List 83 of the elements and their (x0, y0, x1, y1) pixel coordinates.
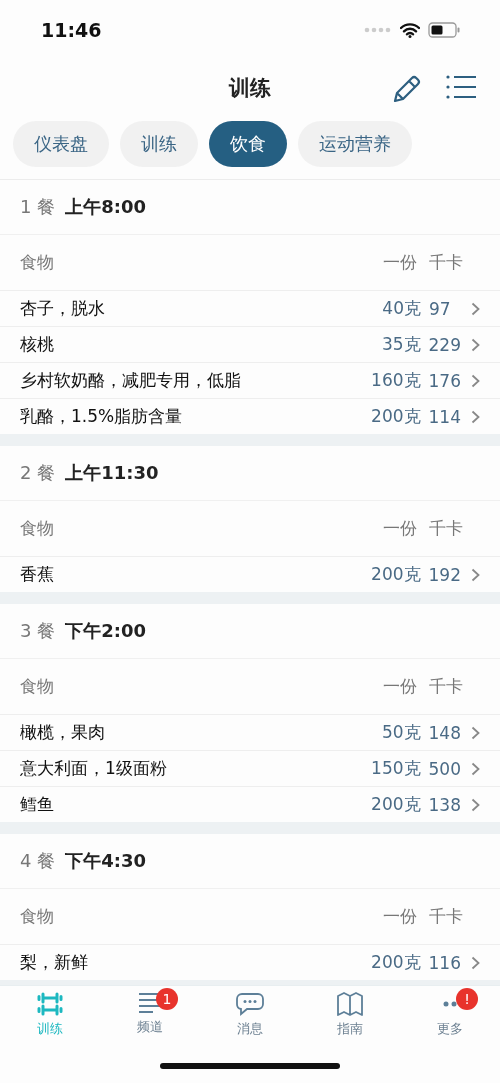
column-header: 一份 (383, 517, 417, 540)
book-icon (337, 992, 363, 1016)
tab[interactable]: 训练 (120, 121, 198, 167)
meal-number: 1 餐 (20, 195, 56, 219)
serving-size: 150克 (371, 757, 421, 780)
food-name: 核桃 (20, 333, 55, 356)
food-row[interactable]: 杏子，脱水 40克 97 (0, 291, 500, 327)
meal-number: 4 餐 (20, 849, 56, 873)
food-name: 杏子，脱水 (20, 297, 106, 320)
column-header: 千卡 (429, 675, 463, 698)
calories: 229 (428, 334, 461, 355)
food-name: 乳酪，1.5%脂肪含量 (20, 405, 184, 428)
calories: 148 (428, 722, 461, 743)
battery-icon (428, 22, 460, 38)
notification-badge: ! (456, 988, 478, 1010)
food-row[interactable]: 橄榄，果肉 50克 148 (0, 715, 500, 751)
calories: 97 (429, 298, 452, 319)
food-name: 意大利面，1级面粉 (20, 757, 168, 780)
column-header: 一份 (383, 905, 417, 928)
serving-size: 200克 (371, 951, 421, 974)
tab[interactable]: 运动营养 (298, 121, 412, 167)
tab-bar-item[interactable]: 指南 (310, 992, 390, 1038)
meal-number: 2 餐 (20, 461, 56, 485)
chevron-icon (471, 725, 480, 740)
serving-size: 35克 (381, 333, 421, 356)
chevron-icon (471, 337, 480, 352)
screen-title: 训练 (229, 76, 271, 100)
food-row[interactable]: 鳕鱼 200克 138 (0, 787, 500, 822)
food-name: 梨，新鲜 (20, 951, 89, 974)
food-name: 香蕉 (20, 563, 55, 586)
calories: 114 (428, 406, 461, 427)
column-header: 千卡 (429, 251, 463, 274)
chat-icon (236, 992, 264, 1016)
notification-badge: 1 (156, 988, 178, 1010)
chevron-icon (471, 409, 480, 424)
food-name: 鳕鱼 (20, 793, 55, 816)
serving-size: 40克 (382, 297, 421, 320)
food-name: 橄榄，果肉 (20, 721, 106, 744)
meal-time: 下午4:30 (65, 849, 146, 873)
edit-icon[interactable] (392, 74, 422, 104)
food-row[interactable]: 梨，新鲜 200克 116 (0, 945, 500, 980)
chevron-icon (471, 955, 480, 970)
chevron-icon (471, 301, 480, 316)
tab[interactable]: 仪表盘 (13, 121, 109, 167)
food-row[interactable]: 乡村软奶酪，减肥专用，低脂 160克 176 (0, 363, 500, 399)
column-header: 千卡 (429, 517, 463, 540)
tab-bar-item[interactable]: 消息 (210, 992, 290, 1038)
tab[interactable]: 饮食 (209, 121, 287, 167)
chevron-icon (471, 761, 480, 776)
calories: 176 (428, 370, 461, 391)
chevron-icon (471, 567, 480, 582)
food-row[interactable]: 意大利面，1级面粉 150克 500 (0, 751, 500, 787)
meal-time: 下午2:00 (65, 619, 146, 643)
column-header: 一份 (383, 251, 417, 274)
serving-size: 50克 (381, 721, 421, 744)
meal-time: 上午11:30 (65, 461, 159, 485)
signal-icon (364, 27, 392, 33)
column-header: 食物 (20, 905, 55, 928)
calories: 138 (428, 794, 461, 815)
meal-number: 3 餐 (20, 619, 56, 643)
food-row[interactable]: 乳酪，1.5%脂肪含量 200克 114 (0, 399, 500, 434)
column-header: 食物 (20, 675, 55, 698)
calories: 192 (428, 564, 461, 585)
serving-size: 200克 (371, 563, 421, 586)
calories: 500 (428, 758, 461, 779)
column-header: 食物 (20, 251, 55, 274)
food-name: 乡村软奶酪，减肥专用，低脂 (20, 369, 242, 392)
serving-size: 160克 (371, 369, 421, 392)
meal-time: 上午8:00 (65, 195, 146, 219)
dumbbell-icon (37, 992, 63, 1016)
wifi-icon (400, 22, 420, 38)
chevron-icon (471, 373, 480, 388)
food-row[interactable]: 核桃 35克 229 (0, 327, 500, 363)
chevron-icon (471, 797, 480, 812)
food-row[interactable]: 香蕉 200克 192 (0, 557, 500, 592)
serving-size: 200克 (371, 793, 421, 816)
column-header: 一份 (383, 675, 417, 698)
calories: 116 (428, 952, 461, 973)
serving-size: 200克 (371, 405, 421, 428)
status-time: 11:46 (41, 19, 102, 41)
column-header: 食物 (20, 517, 55, 540)
more-icon (443, 1001, 457, 1007)
column-header: 千卡 (429, 905, 463, 928)
